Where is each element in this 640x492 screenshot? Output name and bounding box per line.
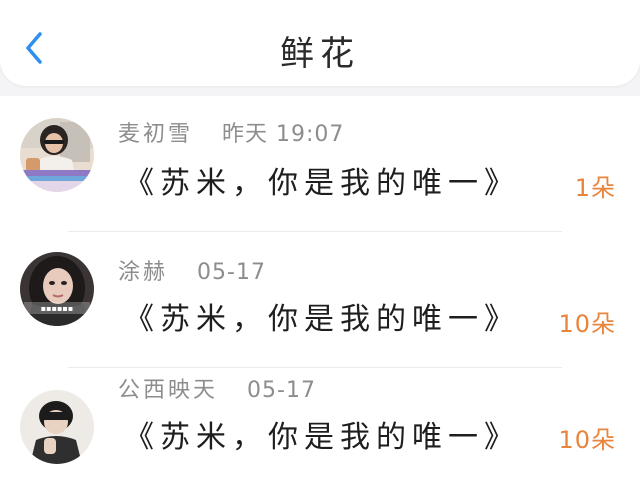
avatar[interactable] — [20, 390, 94, 464]
send-time: 昨天 19:07 — [222, 122, 345, 147]
avatar[interactable]: ▪▪▪▪▪▪ — [20, 252, 94, 326]
flower-count: 1朵 — [574, 174, 616, 202]
send-time: 05-17 — [247, 378, 316, 403]
list-item[interactable]: 公西映天 05-17 《苏米，你是我的唯一》 10朵 — [0, 368, 640, 492]
flower-gift-list: 麦初雪 昨天 19:07 《苏米，你是我的唯一》 1朵 ▪▪▪▪▪▪ 涂赫 05… — [0, 96, 640, 492]
list-item[interactable]: 麦初雪 昨天 19:07 《苏米，你是我的唯一》 1朵 — [0, 96, 640, 232]
sender-name: 公西映天 — [118, 378, 219, 403]
avatar[interactable] — [20, 118, 94, 192]
sender-meta: 涂赫 05-17 — [118, 254, 266, 286]
gift-message: 《苏米，你是我的唯一》 — [124, 302, 520, 337]
sender-name: 麦初雪 — [118, 122, 194, 147]
svg-text:▪▪▪▪▪▪: ▪▪▪▪▪▪ — [41, 304, 74, 313]
sender-meta: 公西映天 05-17 — [118, 372, 316, 404]
flower-count: 10朵 — [558, 310, 616, 338]
send-time: 05-17 — [197, 260, 266, 285]
page-title: 鲜花 — [280, 34, 360, 74]
gift-message: 《苏米，你是我的唯一》 — [124, 420, 520, 455]
list-item[interactable]: ▪▪▪▪▪▪ 涂赫 05-17 《苏米，你是我的唯一》 10朵 — [0, 232, 640, 368]
top-bar: 鲜花 — [0, 0, 640, 86]
gift-message: 《苏米，你是我的唯一》 — [124, 166, 520, 201]
sender-meta: 麦初雪 昨天 19:07 — [118, 116, 344, 148]
flower-count: 10朵 — [558, 426, 616, 454]
sender-name: 涂赫 — [118, 260, 169, 285]
